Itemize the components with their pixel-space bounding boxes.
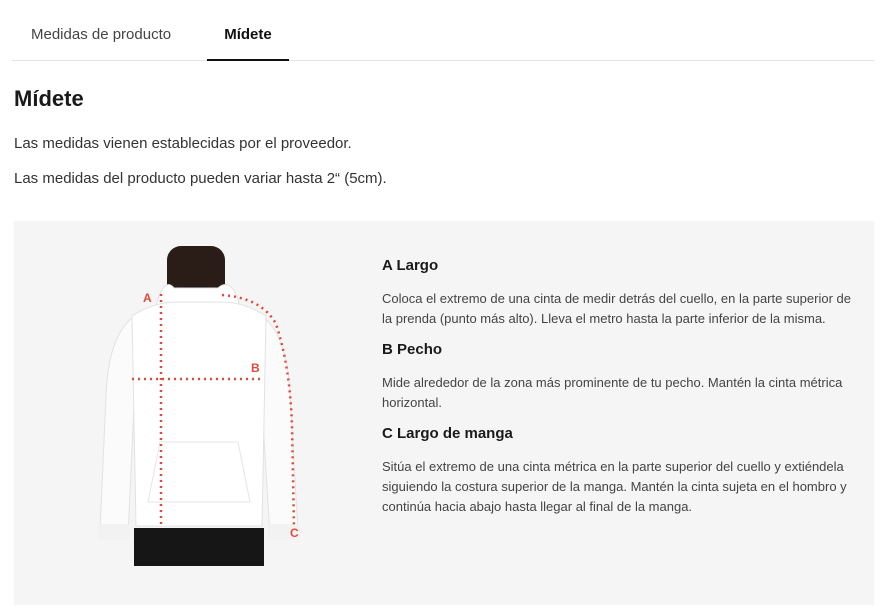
measure-title: A Largo [382, 257, 439, 274]
variance-note: Las medidas del producto pueden variar h… [14, 170, 387, 187]
section-title: Mídete [14, 86, 84, 111]
label-a: A [143, 291, 152, 305]
measure-item-sleeve: C Largo de manga Sitúa el extremo de una… [382, 425, 852, 517]
measure-item-chest: B Pecho Mide alrededor de la zona más pr… [382, 341, 852, 413]
label-c: C [290, 526, 299, 540]
measure-descriptions: A Largo Coloca el extremo de una cinta d… [382, 257, 852, 529]
hoodie-body [131, 301, 267, 527]
measure-item-length: A Largo Coloca el extremo de una cinta d… [382, 257, 852, 329]
tab-measure-yourself[interactable]: Mídete [207, 0, 289, 61]
measure-title: B Pecho [382, 341, 443, 358]
measure-text: Sitúa el extremo de una cinta métrica en… [382, 459, 847, 514]
measure-title: C Largo de manga [382, 425, 513, 442]
tab-bar: Medidas de producto Mídete [12, 0, 874, 61]
label-b: B [251, 361, 260, 375]
measure-text: Mide alrededor de la zona más prominente… [382, 375, 843, 410]
model-pants [134, 528, 264, 566]
hoodie-measure-figure: A B C [98, 246, 300, 566]
hoodie-left-cuff [98, 524, 130, 540]
tab-product-measures[interactable]: Medidas de producto [31, 0, 171, 60]
supplier-note: Las medidas vienen establecidas por el p… [14, 135, 352, 152]
size-guide-panel: A B C A Largo Coloca el extremo de una c… [14, 221, 874, 605]
measure-text: Coloca el extremo de una cinta de medir … [382, 291, 851, 326]
